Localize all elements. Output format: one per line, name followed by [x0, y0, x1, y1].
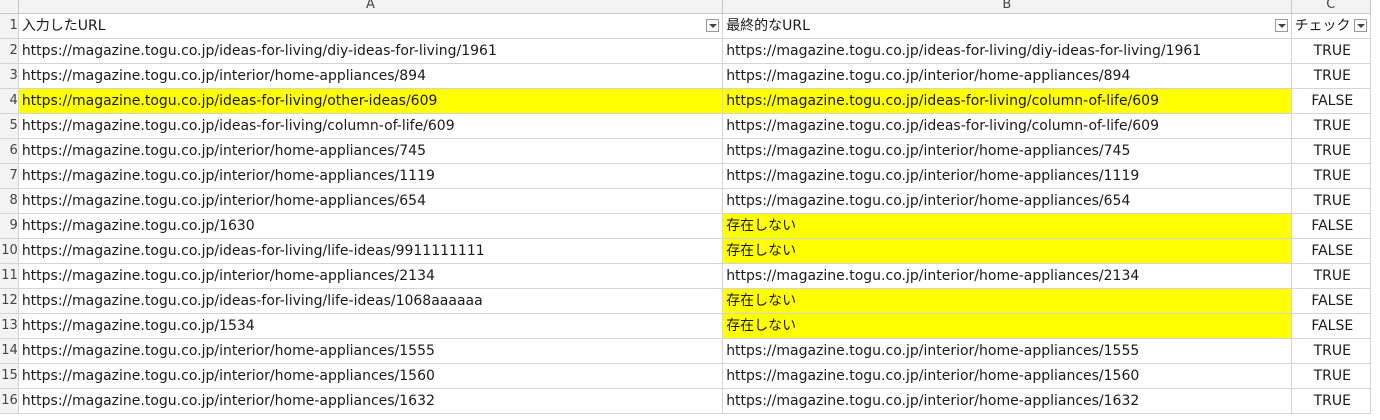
row-number[interactable]: 2	[0, 38, 19, 64]
column-header-c[interactable]: C	[1290, 0, 1372, 14]
header-label-input-url: 入力したURL	[21, 18, 106, 34]
filter-dropdown-icon[interactable]	[706, 19, 720, 32]
header-row: 1 入力したURL 最終的なURL チェック	[0, 13, 1372, 39]
row-number[interactable]: 9	[0, 213, 19, 239]
header-cell-final-url[interactable]: 最終的なURL	[722, 13, 1292, 39]
row-number[interactable]: 13	[0, 313, 19, 339]
cell-check[interactable]: FALSE	[1290, 213, 1372, 239]
header-label-check: チェック	[1294, 18, 1351, 34]
cell-input-url[interactable]: https://magazine.togu.co.jp/interior/hom…	[17, 388, 724, 414]
sheet-grid: A B C 1 入力したURL 最終的なURL チェック 2 https://m…	[0, 0, 1372, 414]
cell-check[interactable]: TRUE	[1290, 38, 1372, 64]
cell-final-url[interactable]: https://magazine.togu.co.jp/interior/hom…	[722, 188, 1292, 214]
header-cell-input-url[interactable]: 入力したURL	[17, 13, 724, 39]
table-row: 14 https://magazine.togu.co.jp/interior/h…	[0, 338, 1372, 364]
cell-input-url[interactable]: https://magazine.togu.co.jp/ideas-for-li…	[17, 88, 724, 114]
table-row: 15 https://magazine.togu.co.jp/interior/h…	[0, 363, 1372, 389]
filter-dropdown-icon[interactable]	[1274, 19, 1288, 32]
cell-final-url[interactable]: https://magazine.togu.co.jp/interior/hom…	[722, 363, 1292, 389]
cell-input-url[interactable]: https://magazine.togu.co.jp/interior/hom…	[17, 263, 724, 289]
table-row: 4 https://magazine.togu.co.jp/ideas-for-l…	[0, 88, 1372, 114]
spreadsheet: A B C 1 入力したURL 最終的なURL チェック 2 https://m…	[0, 0, 1380, 420]
cell-final-url[interactable]: https://magazine.togu.co.jp/interior/hom…	[722, 388, 1292, 414]
cell-check[interactable]: FALSE	[1290, 288, 1372, 314]
cell-input-url[interactable]: https://magazine.togu.co.jp/interior/hom…	[17, 163, 724, 189]
row-number[interactable]: 7	[0, 163, 19, 189]
table-row: 5 https://magazine.togu.co.jp/ideas-for-l…	[0, 113, 1372, 139]
row-number[interactable]: 15	[0, 363, 19, 389]
cell-input-url[interactable]: https://magazine.togu.co.jp/interior/hom…	[17, 338, 724, 364]
cell-input-url[interactable]: https://magazine.togu.co.jp/ideas-for-li…	[17, 113, 724, 139]
table-row: 11 https://magazine.togu.co.jp/interior/h…	[0, 263, 1372, 289]
cell-final-url[interactable]: https://magazine.togu.co.jp/ideas-for-li…	[722, 113, 1292, 139]
table-row: 7 https://magazine.togu.co.jp/interior/ho…	[0, 163, 1372, 189]
cell-check[interactable]: FALSE	[1290, 313, 1372, 339]
cell-final-url[interactable]: 存在しない	[722, 288, 1292, 314]
row-number[interactable]: 6	[0, 138, 19, 164]
cell-input-url[interactable]: https://magazine.togu.co.jp/interior/hom…	[17, 138, 724, 164]
table-row: 10 https://magazine.togu.co.jp/ideas-for-…	[0, 238, 1372, 264]
row-number[interactable]: 10	[0, 238, 19, 264]
table-row: 16 https://magazine.togu.co.jp/interior/h…	[0, 388, 1372, 414]
row-number[interactable]: 5	[0, 113, 19, 139]
cell-input-url[interactable]: https://magazine.togu.co.jp/interior/hom…	[17, 188, 724, 214]
row-number[interactable]: 14	[0, 338, 19, 364]
cell-check[interactable]: TRUE	[1290, 338, 1372, 364]
cell-final-url[interactable]: 存在しない	[722, 313, 1292, 339]
header-cell-check[interactable]: チェック	[1290, 13, 1372, 39]
select-all-corner[interactable]	[0, 0, 19, 14]
cell-check[interactable]: TRUE	[1290, 138, 1372, 164]
cell-final-url[interactable]: 存在しない	[722, 213, 1292, 239]
cell-input-url[interactable]: https://magazine.togu.co.jp/ideas-for-li…	[17, 38, 724, 64]
table-row: 13 https://magazine.togu.co.jp/1534 存在しない F…	[0, 313, 1372, 339]
row-number[interactable]: 11	[0, 263, 19, 289]
table-row: 2 https://magazine.togu.co.jp/ideas-for-l…	[0, 38, 1372, 64]
header-label-final-url: 最終的なURL	[726, 18, 810, 34]
cell-input-url[interactable]: https://magazine.togu.co.jp/ideas-for-li…	[17, 238, 724, 264]
cell-final-url[interactable]: https://magazine.togu.co.jp/interior/hom…	[722, 63, 1292, 89]
row-number[interactable]: 3	[0, 63, 19, 89]
cell-final-url[interactable]: https://magazine.togu.co.jp/interior/hom…	[722, 263, 1292, 289]
cell-final-url[interactable]: 存在しない	[722, 238, 1292, 264]
cell-input-url[interactable]: https://magazine.togu.co.jp/interior/hom…	[17, 363, 724, 389]
cell-final-url[interactable]: https://magazine.togu.co.jp/ideas-for-li…	[722, 88, 1292, 114]
table-row: 3 https://magazine.togu.co.jp/interior/ho…	[0, 63, 1372, 89]
filter-dropdown-icon[interactable]	[1354, 19, 1367, 32]
table-row: 9 https://magazine.togu.co.jp/1630 存在しない FA…	[0, 213, 1372, 239]
cell-check[interactable]: TRUE	[1290, 63, 1372, 89]
cell-final-url[interactable]: https://magazine.togu.co.jp/interior/hom…	[722, 138, 1292, 164]
cell-input-url[interactable]: https://magazine.togu.co.jp/interior/hom…	[17, 63, 724, 89]
table-row: 8 https://magazine.togu.co.jp/interior/ho…	[0, 188, 1372, 214]
cell-final-url[interactable]: https://magazine.togu.co.jp/ideas-for-li…	[722, 38, 1292, 64]
row-number[interactable]: 1	[0, 13, 19, 39]
cell-check[interactable]: TRUE	[1290, 163, 1372, 189]
cell-check[interactable]: FALSE	[1290, 238, 1372, 264]
cell-check[interactable]: TRUE	[1290, 388, 1372, 414]
row-number[interactable]: 4	[0, 88, 19, 114]
cell-check[interactable]: TRUE	[1290, 113, 1372, 139]
cell-final-url[interactable]: https://magazine.togu.co.jp/interior/hom…	[722, 163, 1292, 189]
row-number[interactable]: 8	[0, 188, 19, 214]
cell-input-url[interactable]: https://magazine.togu.co.jp/1630	[17, 213, 724, 239]
column-header-a[interactable]: A	[17, 0, 724, 14]
cell-check[interactable]: TRUE	[1290, 363, 1372, 389]
table-row: 6 https://magazine.togu.co.jp/interior/ho…	[0, 138, 1372, 164]
cell-check[interactable]: FALSE	[1290, 88, 1372, 114]
cell-input-url[interactable]: https://magazine.togu.co.jp/1534	[17, 313, 724, 339]
cell-input-url[interactable]: https://magazine.togu.co.jp/ideas-for-li…	[17, 288, 724, 314]
cell-check[interactable]: TRUE	[1290, 188, 1372, 214]
row-number[interactable]: 16	[0, 388, 19, 414]
cell-final-url[interactable]: https://magazine.togu.co.jp/interior/hom…	[722, 338, 1292, 364]
table-row: 12 https://magazine.togu.co.jp/ideas-for-…	[0, 288, 1372, 314]
row-number[interactable]: 12	[0, 288, 19, 314]
column-header-b[interactable]: B	[722, 0, 1292, 14]
cell-check[interactable]: TRUE	[1290, 263, 1372, 289]
column-header-row: A B C	[0, 0, 1372, 14]
